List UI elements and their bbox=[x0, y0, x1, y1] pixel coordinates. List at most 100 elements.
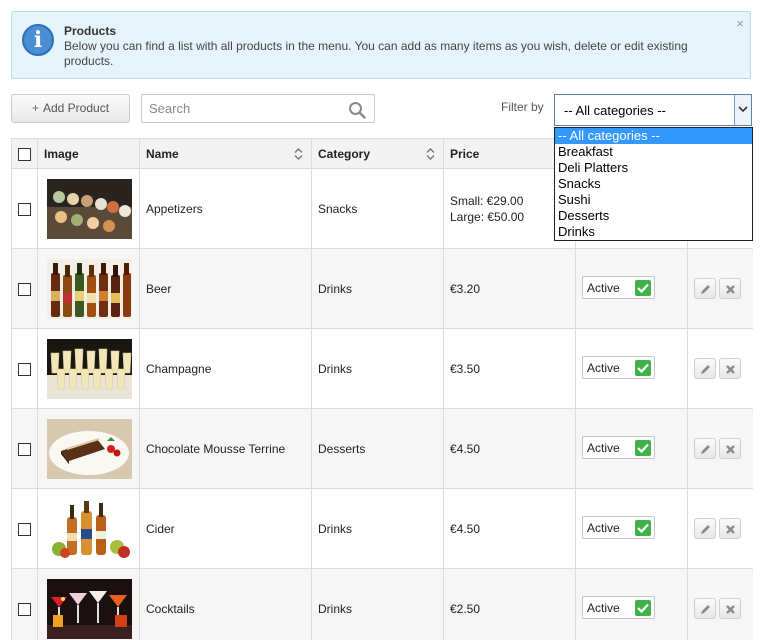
row-select-cell bbox=[11, 408, 38, 489]
edit-button[interactable] bbox=[694, 358, 716, 379]
edit-button[interactable] bbox=[694, 438, 716, 459]
add-product-button[interactable]: + Add Product bbox=[11, 94, 130, 123]
row-actions-cell bbox=[687, 408, 753, 489]
dropdown-option-drinks[interactable]: Drinks bbox=[555, 224, 752, 240]
row-status-cell: Active bbox=[575, 248, 688, 329]
row-image-cell bbox=[37, 328, 140, 409]
status-select[interactable]: Active bbox=[582, 515, 655, 539]
row-category-cell: Desserts bbox=[311, 408, 444, 489]
row-status-cell: Active bbox=[575, 568, 688, 640]
row-image-cell bbox=[37, 488, 140, 569]
x-icon bbox=[726, 525, 736, 534]
delete-button[interactable] bbox=[719, 518, 742, 539]
pencil-icon bbox=[701, 445, 710, 454]
product-price: €4.50 bbox=[450, 441, 481, 456]
row-category-cell: Drinks bbox=[311, 568, 444, 640]
add-product-label: Add Product bbox=[42, 101, 110, 115]
product-price: €3.20 bbox=[450, 281, 481, 296]
select-all-checkbox[interactable] bbox=[18, 147, 31, 161]
product-category: Drinks bbox=[318, 281, 353, 296]
row-select-cell bbox=[11, 328, 38, 409]
delete-button[interactable] bbox=[719, 598, 742, 619]
search-input[interactable] bbox=[142, 95, 342, 122]
x-icon bbox=[726, 445, 736, 454]
status-label: Active bbox=[587, 280, 620, 295]
row-checkbox[interactable] bbox=[18, 602, 31, 616]
chevron-down-icon[interactable] bbox=[734, 95, 751, 125]
product-name: Chocolate Mousse Terrine bbox=[146, 441, 286, 456]
check-icon bbox=[635, 279, 651, 296]
row-price-cell: €4.50 bbox=[443, 488, 576, 569]
status-select[interactable]: Active bbox=[582, 595, 655, 619]
row-price-cell: €4.50 bbox=[443, 408, 576, 489]
product-price: €2.50 bbox=[450, 601, 481, 616]
pencil-icon bbox=[701, 525, 710, 534]
sort-icon[interactable] bbox=[294, 148, 303, 160]
x-icon bbox=[726, 365, 736, 374]
row-checkbox[interactable] bbox=[18, 522, 31, 536]
product-thumbnail bbox=[47, 258, 132, 319]
row-checkbox[interactable] bbox=[18, 202, 31, 216]
row-checkbox[interactable] bbox=[18, 282, 31, 296]
table-row: Cocktails Drinks €2.50 Active bbox=[11, 568, 753, 640]
search-box bbox=[141, 94, 375, 123]
product-price: €3.50 bbox=[450, 361, 481, 376]
row-name-cell: Appetizers bbox=[139, 168, 312, 249]
row-category-cell: Snacks bbox=[311, 168, 444, 249]
dropdown-option-desserts[interactable]: Desserts bbox=[555, 208, 752, 224]
header-name[interactable]: Name bbox=[139, 138, 312, 169]
row-price-cell: €2.50 bbox=[443, 568, 576, 640]
edit-button[interactable] bbox=[694, 518, 716, 539]
x-icon bbox=[726, 605, 736, 614]
dropdown-option-sushi[interactable]: Sushi bbox=[555, 192, 752, 208]
info-text: Below you can find a list with all produ… bbox=[64, 39, 688, 68]
row-select-cell bbox=[11, 248, 38, 329]
info-icon: i bbox=[22, 24, 54, 56]
pencil-icon bbox=[701, 365, 710, 374]
status-select[interactable]: Active bbox=[582, 355, 655, 379]
edit-button[interactable] bbox=[694, 278, 716, 299]
status-select[interactable]: Active bbox=[582, 435, 655, 459]
row-select-cell bbox=[11, 488, 38, 569]
pencil-icon bbox=[701, 605, 710, 614]
product-name: Beer bbox=[146, 281, 172, 296]
delete-button[interactable] bbox=[719, 278, 742, 299]
product-thumbnail bbox=[47, 498, 132, 559]
row-name-cell: Beer bbox=[139, 248, 312, 329]
product-name: Cocktails bbox=[146, 601, 195, 616]
delete-button[interactable] bbox=[719, 438, 742, 459]
table-row: Chocolate Mousse Terrine Desserts €4.50 … bbox=[11, 408, 753, 489]
category-filter-select[interactable]: -- All categories -- bbox=[554, 94, 752, 126]
table-row: Cider Drinks €4.50 Active bbox=[11, 488, 753, 569]
edit-button[interactable] bbox=[694, 598, 716, 619]
product-thumbnail bbox=[47, 418, 132, 479]
row-actions-cell bbox=[687, 248, 753, 329]
row-price-cell: €3.50 bbox=[443, 328, 576, 409]
dropdown-option-snacks[interactable]: Snacks bbox=[555, 176, 752, 192]
search-icon[interactable] bbox=[348, 101, 366, 119]
close-icon[interactable]: × bbox=[736, 16, 744, 31]
status-label: Active bbox=[587, 440, 620, 455]
status-select[interactable]: Active bbox=[582, 275, 655, 299]
info-title: Products bbox=[64, 24, 117, 38]
row-select-cell bbox=[11, 568, 38, 640]
row-image-cell bbox=[37, 568, 140, 640]
row-select-cell bbox=[11, 168, 38, 249]
check-icon bbox=[635, 359, 651, 376]
dropdown-option-deli-platters[interactable]: Deli Platters bbox=[555, 160, 752, 176]
row-image-cell bbox=[37, 408, 140, 489]
sort-icon[interactable] bbox=[426, 148, 435, 160]
row-name-cell: Cocktails bbox=[139, 568, 312, 640]
status-label: Active bbox=[587, 600, 620, 615]
dropdown-option-breakfast[interactable]: Breakfast bbox=[555, 144, 752, 160]
row-checkbox[interactable] bbox=[18, 362, 31, 376]
delete-button[interactable] bbox=[719, 358, 742, 379]
product-category: Drinks bbox=[318, 361, 353, 376]
header-category[interactable]: Category bbox=[311, 138, 444, 169]
row-image-cell bbox=[37, 168, 140, 249]
info-banner: i Products Below you can find a list wit… bbox=[11, 11, 751, 79]
check-icon bbox=[635, 599, 651, 616]
row-checkbox[interactable] bbox=[18, 442, 31, 456]
dropdown-option-all[interactable]: -- All categories -- bbox=[555, 128, 752, 144]
check-icon bbox=[635, 439, 651, 456]
